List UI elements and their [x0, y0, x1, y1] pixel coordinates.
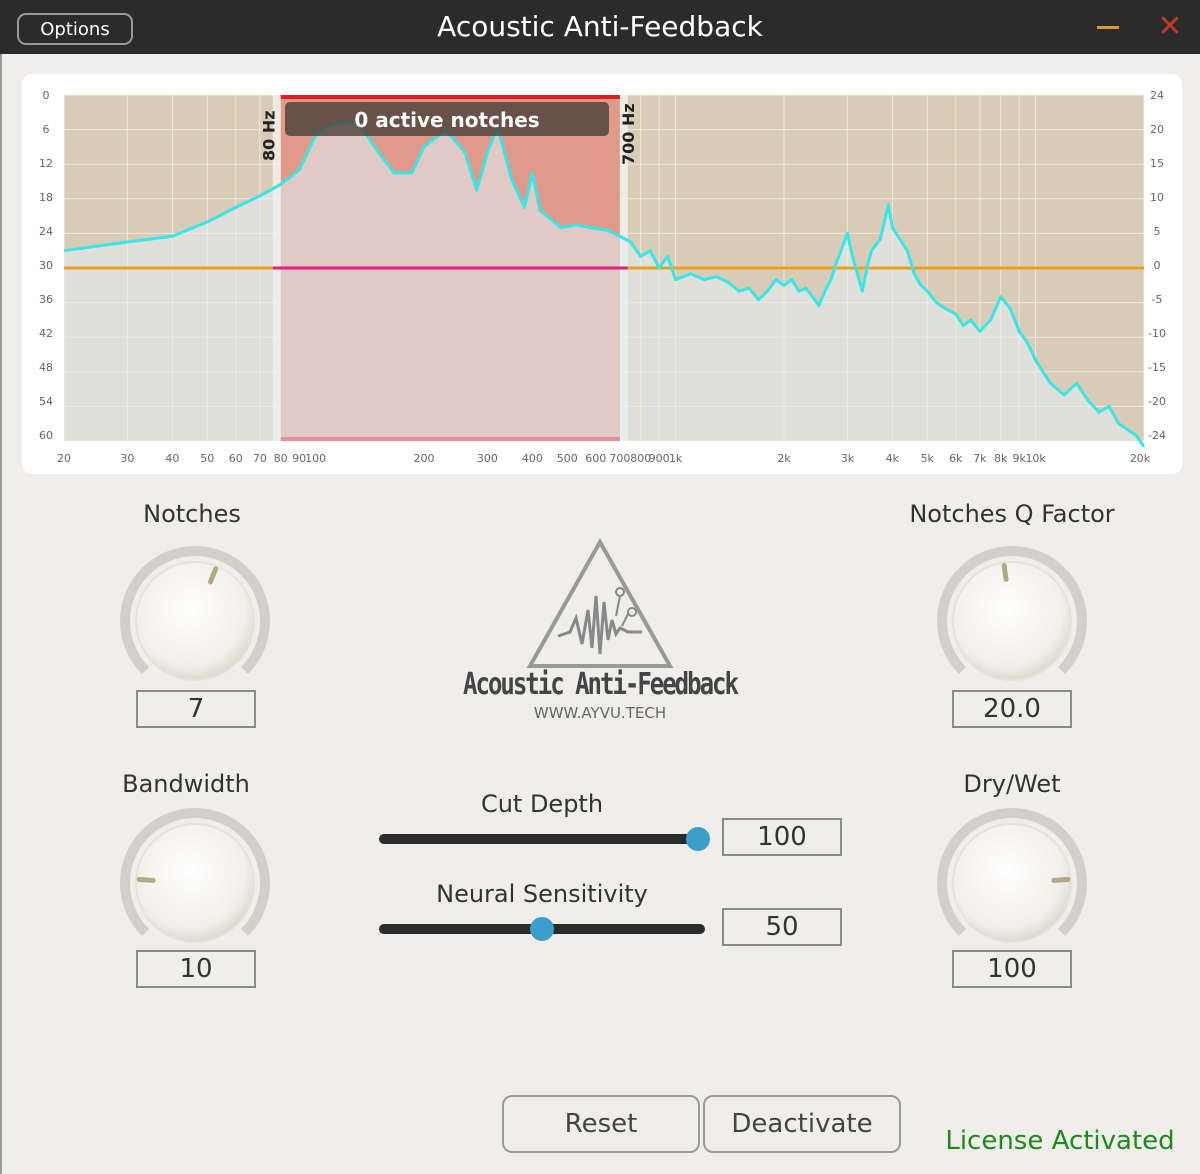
frequency-tick: 6k [949, 452, 963, 465]
dry-wet-knob[interactable] [935, 806, 1089, 960]
knob-indicator [1001, 563, 1009, 582]
left-axis-tick: 6 [43, 123, 50, 136]
notches-q-label: Notches Q Factor [909, 500, 1115, 528]
knob-body[interactable] [135, 823, 255, 943]
reset-button[interactable]: Reset [502, 1095, 700, 1153]
knob-body[interactable] [952, 561, 1072, 681]
frequency-tick: 900 [649, 452, 670, 465]
active-notches-overlay: 0 active notches [285, 102, 609, 136]
logo-icon [526, 537, 674, 668]
right-axis-tick: 24 [1150, 89, 1164, 102]
left-axis-tick: 12 [39, 157, 53, 170]
frequency-tick: 8k [994, 452, 1008, 465]
bandwidth-value[interactable]: 10 [136, 950, 256, 988]
frequency-tick: 60 [229, 452, 243, 465]
frequency-tick: 4k [886, 452, 900, 465]
neural-sensitivity-slider[interactable] [378, 914, 716, 944]
license-status: License Activated [945, 1126, 1175, 1156]
frequency-tick: 200 [414, 452, 435, 465]
left-axis: 0 6 12 18 24 30 36 42 48 54 60 [39, 89, 53, 442]
spectrum-panel: 0 active notches 80 Hz 700 Hz 0 6 12 18 24 30… [22, 74, 1182, 474]
frequency-tick: 70 [253, 452, 267, 465]
frequency-tick: 7k [973, 452, 987, 465]
right-axis: 24 20 15 10 5 0 -5 -10 -15 -20 -24 [1148, 89, 1166, 442]
frequency-tick: 3k [841, 452, 855, 465]
low-cut-label: 80 Hz [260, 110, 279, 161]
deactivate-button[interactable]: Deactivate [703, 1095, 901, 1153]
left-axis-tick: 18 [39, 191, 53, 204]
notches-knob[interactable] [118, 544, 272, 698]
dry-wet-value[interactable]: 100 [952, 950, 1072, 988]
frequency-tick: 30 [120, 452, 134, 465]
right-axis-tick: 0 [1154, 259, 1161, 272]
right-axis-tick: 15 [1150, 157, 1164, 170]
frequency-tick: 600 [585, 452, 606, 465]
bandwidth-knob[interactable] [118, 806, 272, 960]
left-axis-tick: 36 [39, 293, 53, 306]
slider-thumb[interactable] [530, 917, 554, 941]
frequency-tick: 90 [292, 452, 306, 465]
right-axis-tick: -10 [1148, 327, 1166, 340]
frequency-tick: 5k [921, 452, 935, 465]
right-axis-tick: -24 [1148, 429, 1166, 442]
frequency-tick: 2k [777, 452, 791, 465]
close-icon[interactable]: ✕ [1157, 12, 1183, 42]
logo-url: WWW.AYVU.TECH [533, 704, 667, 722]
bandwidth-label: Bandwidth [122, 770, 250, 798]
frequency-tick: 1k [669, 452, 683, 465]
dry-wet-label: Dry/Wet [963, 770, 1061, 798]
frequency-tick: 700 [609, 452, 630, 465]
frequency-tick: 9k [1012, 452, 1026, 465]
frequency-tick: 80 [274, 452, 288, 465]
knob-indicator [1051, 876, 1071, 883]
window-title: Acoustic Anti-Feedback [437, 10, 763, 43]
left-axis-tick: 0 [43, 89, 50, 102]
logo-name: Acoustic Anti-Feedback [463, 666, 739, 702]
cut-depth-value[interactable]: 100 [722, 818, 842, 856]
high-cut-label: 700 Hz [619, 103, 638, 165]
knob-body[interactable] [952, 823, 1072, 943]
frequency-tick: 500 [557, 452, 578, 465]
spectrum-graph[interactable]: 0 active notches 80 Hz 700 Hz 0 6 12 18 24 30… [22, 74, 1182, 474]
neural-sensitivity-value[interactable]: 50 [722, 908, 842, 946]
frequency-tick: 10k [1025, 452, 1046, 465]
slider-thumb[interactable] [686, 827, 710, 851]
notches-label: Notches [143, 500, 241, 528]
right-axis-tick: 20 [1150, 123, 1164, 136]
right-axis-tick: -5 [1152, 293, 1163, 306]
frequency-tick: 20 [57, 452, 71, 465]
right-axis-tick: 10 [1150, 191, 1164, 204]
neural-sensitivity-label: Neural Sensitivity [436, 880, 648, 908]
left-axis-tick: 48 [39, 361, 53, 374]
left-axis-tick: 42 [39, 327, 53, 340]
cut-depth-label: Cut Depth [480, 790, 604, 818]
notches-q-value[interactable]: 20.0 [952, 690, 1072, 728]
active-notches-text: 0 active notches [354, 108, 539, 132]
title-bar: Options Acoustic Anti-Feedback ✕ [0, 0, 1200, 54]
right-axis-tick: 5 [1154, 225, 1161, 238]
minimize-icon[interactable] [1097, 26, 1119, 29]
frequency-tick: 50 [200, 452, 214, 465]
frequency-tick: 20k [1130, 452, 1151, 465]
knob-body[interactable] [135, 561, 255, 681]
left-axis-tick: 54 [39, 395, 53, 408]
notches-value[interactable]: 7 [136, 690, 256, 728]
cut-depth-slider[interactable] [378, 824, 716, 854]
frequency-axis: 20 30 40 50 60 70 80 90100 200 300 400 500 600 700 800… [57, 452, 1151, 465]
left-axis-tick: 30 [39, 259, 53, 272]
left-axis-tick: 24 [39, 225, 53, 238]
right-axis-tick: -15 [1148, 361, 1166, 374]
frequency-tick: 100 [305, 452, 326, 465]
frequency-tick: 400 [522, 452, 543, 465]
notches-q-knob[interactable] [935, 544, 1089, 698]
frequency-tick: 40 [165, 452, 179, 465]
knob-indicator [136, 876, 156, 883]
left-axis-tick: 60 [39, 429, 53, 442]
frequency-tick: 300 [477, 452, 498, 465]
window-border [0, 54, 2, 1174]
right-axis-tick: -20 [1148, 395, 1166, 408]
